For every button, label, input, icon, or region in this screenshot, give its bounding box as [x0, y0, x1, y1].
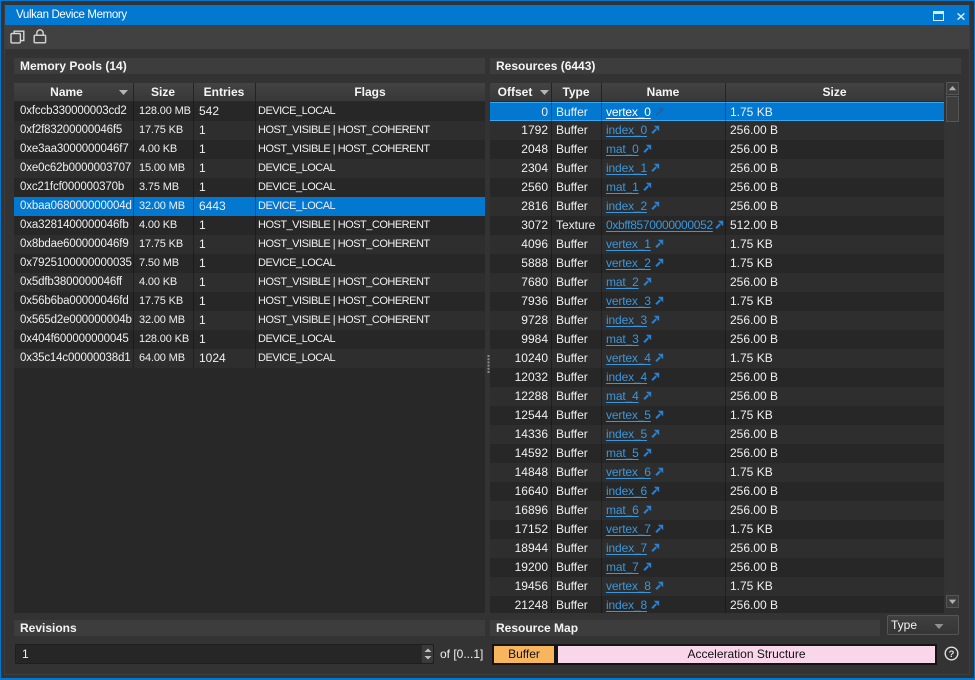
- svg-text:?: ?: [949, 649, 955, 660]
